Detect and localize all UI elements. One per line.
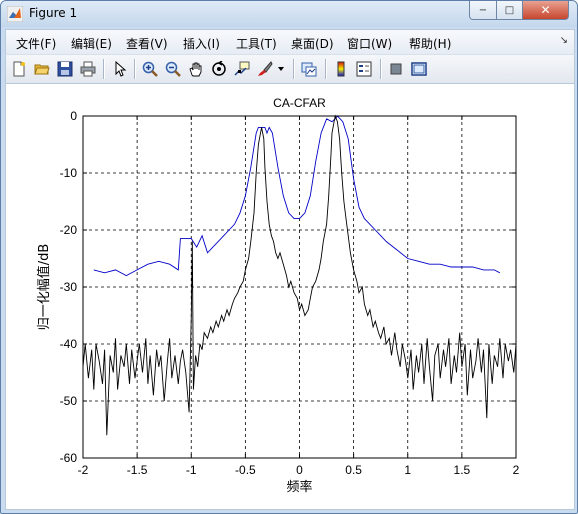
hide-plot-tools-icon[interactable] — [386, 59, 406, 79]
y-tick-label: -60 — [60, 451, 78, 465]
x-axis-label: 频率 — [286, 479, 312, 495]
zoom-in-icon[interactable] — [140, 59, 160, 79]
menu-view[interactable]: 查看(V) — [126, 35, 168, 52]
pan-hand-icon[interactable] — [186, 59, 206, 79]
colorbar-icon[interactable] — [331, 59, 351, 79]
close-button[interactable]: ✕ — [522, 1, 569, 20]
legend-icon[interactable] — [354, 59, 374, 79]
figure-toolbar — [5, 54, 575, 84]
toolbar-separator — [293, 59, 295, 79]
y-tick-label: -10 — [60, 166, 78, 180]
figure-canvas[interactable]: -2 -1.5 -1 -0.5 0 0.5 1 1.5 2 0 -10 -20 -30 -40 -50 -60… — [5, 84, 575, 510]
x-tick-label: -1.5 — [127, 463, 148, 477]
y-axis-label: 归一化幅值/dB — [36, 244, 52, 331]
x-tick-label: -1 — [186, 463, 197, 477]
toolbar-separator — [103, 59, 105, 79]
toolbar-separator — [134, 59, 136, 79]
link-plot-icon[interactable] — [299, 59, 319, 79]
menu-desktop[interactable]: 桌面(D) — [291, 35, 334, 52]
open-folder-icon[interactable] — [32, 59, 52, 79]
menu-help[interactable]: 帮助(H) — [409, 35, 451, 52]
y-tick-label: -40 — [60, 337, 78, 351]
minimize-button[interactable]: − — [469, 1, 497, 20]
x-tick-label: 1.5 — [454, 463, 471, 477]
x-tick-label: 0 — [296, 463, 303, 477]
y-tick-label: 0 — [70, 109, 77, 123]
zoom-out-icon[interactable] — [163, 59, 183, 79]
menu-edit[interactable]: 编辑(E) — [71, 35, 112, 52]
x-tick-label: -2 — [78, 463, 89, 477]
menu-insert[interactable]: 插入(I) — [183, 35, 220, 52]
window-title: Figure 1 — [29, 6, 78, 20]
x-tick-label: 2 — [513, 463, 520, 477]
toolbar-separator — [380, 59, 382, 79]
pointer-icon[interactable] — [110, 59, 130, 79]
chart-title: CA-CFAR — [273, 96, 326, 110]
y-tick-label: -30 — [60, 280, 78, 294]
new-file-icon[interactable] — [9, 59, 29, 79]
chart: -2 -1.5 -1 -0.5 0 0.5 1 1.5 2 0 -10 -20 -30 -40 -50 -60… — [36, 96, 520, 495]
rotate-3d-icon[interactable] — [209, 59, 229, 79]
maximize-button[interactable]: □ — [496, 1, 523, 20]
toolbar-separator — [325, 59, 327, 79]
matlab-logo-icon — [7, 6, 23, 22]
menu-window[interactable]: 窗口(W) — [347, 35, 392, 52]
figure-window: Figure 1 − □ ✕ 文件(F) 编辑(E) 查看(V) 插入(I) 工… — [0, 0, 578, 514]
menu-file[interactable]: 文件(F) — [16, 35, 56, 52]
brush-icon[interactable] — [255, 59, 275, 79]
y-tick-label: -50 — [60, 394, 78, 408]
x-tick-label: 0.5 — [345, 463, 362, 477]
menu-bar: 文件(F) 编辑(E) 查看(V) 插入(I) 工具(T) 桌面(D) 窗口(W… — [5, 29, 575, 54]
save-icon[interactable] — [55, 59, 75, 79]
title-bar[interactable]: Figure 1 − □ ✕ — [1, 1, 577, 27]
menu-overflow-icon[interactable]: ↘ — [560, 35, 568, 46]
menu-tools[interactable]: 工具(T) — [236, 35, 277, 52]
cfar-threshold-line — [93, 115, 501, 277]
show-plot-tools-icon[interactable] — [409, 59, 429, 79]
brush-dropdown-icon[interactable] — [275, 59, 287, 79]
x-tick-label: -0.5 — [235, 463, 256, 477]
y-tick-label: -20 — [60, 223, 78, 237]
x-tick-label: 1 — [404, 463, 411, 477]
data-cursor-icon[interactable] — [232, 59, 252, 79]
print-icon[interactable] — [78, 59, 98, 79]
